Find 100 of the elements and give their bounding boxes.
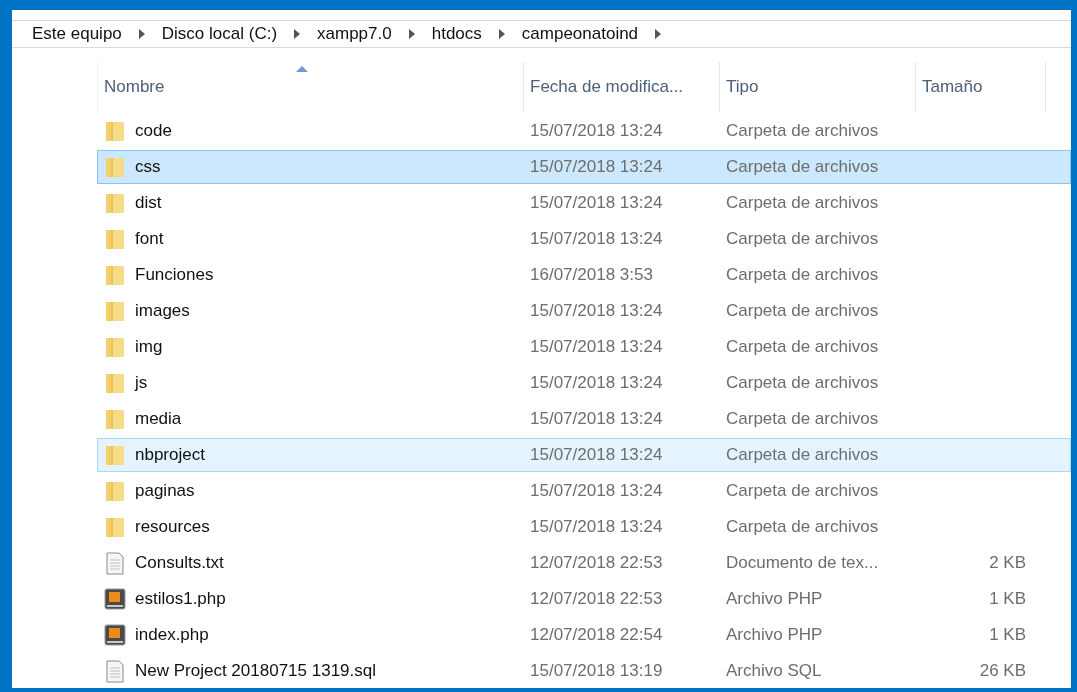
- file-row[interactable]: paginas 15/07/2018 13:24 Carpeta de archivos: [97, 474, 1071, 508]
- file-type: Carpeta de archivos: [725, 373, 880, 393]
- column-header[interactable]: Tipo: [720, 62, 916, 112]
- file-row[interactable]: img 15/07/2018 13:24 Carpeta de archivos: [97, 330, 1071, 364]
- file-type: Archivo SQL: [725, 661, 823, 681]
- file-name: New Project 20180715 1319.sql: [135, 661, 376, 681]
- file-row[interactable]: dist 15/07/2018 13:24 Carpeta de archivos: [97, 186, 1071, 220]
- file-name: dist: [135, 193, 162, 213]
- modified-date: 16/07/2018 3:53: [529, 265, 654, 285]
- column-header[interactable]: Nombre: [98, 62, 524, 112]
- file-type: Carpeta de archivos: [725, 409, 880, 429]
- file-name: index.php: [135, 625, 209, 645]
- file-type: Carpeta de archivos: [725, 193, 880, 213]
- chevron-icon[interactable]: [137, 29, 146, 39]
- sort-arrow-icon: [296, 66, 308, 72]
- file-type: Carpeta de archivos: [725, 265, 880, 285]
- code-file-icon: [104, 623, 126, 647]
- breadcrumb-item[interactable]: Disco local (C:): [155, 24, 284, 44]
- file-name: css: [135, 157, 161, 177]
- file-row[interactable]: code 15/07/2018 13:24 Carpeta de archivos: [97, 114, 1071, 148]
- folder-icon: [104, 299, 126, 323]
- file-row[interactable]: Funciones 16/07/2018 3:53 Carpeta de archivos: [97, 258, 1071, 292]
- breadcrumb-item[interactable]: Este equipo: [26, 24, 128, 44]
- modified-date: 15/07/2018 13:24: [529, 445, 664, 465]
- breadcrumb-item[interactable]: campeonatoind: [515, 24, 645, 44]
- chevron-icon[interactable]: [293, 29, 302, 39]
- file-row[interactable]: css 15/07/2018 13:24 Carpeta de archivos: [97, 150, 1071, 184]
- modified-date: 12/07/2018 22:53: [529, 589, 664, 609]
- folder-icon: [104, 515, 126, 539]
- folder-icon: [104, 155, 126, 179]
- file-row[interactable]: js 15/07/2018 13:24 Carpeta de archivos: [97, 366, 1071, 400]
- modified-date: 15/07/2018 13:24: [529, 481, 664, 501]
- modified-date: 15/07/2018 13:24: [529, 193, 664, 213]
- modified-date: 12/07/2018 22:53: [529, 553, 664, 573]
- file-row[interactable]: resources 15/07/2018 13:24 Carpeta de archivos: [97, 510, 1071, 544]
- file-name: js: [135, 373, 148, 393]
- document-icon: [104, 659, 126, 683]
- file-row[interactable]: media 15/07/2018 13:24 Carpeta de archivos: [97, 402, 1071, 436]
- file-name: nbproject: [135, 445, 205, 465]
- folder-icon: [104, 407, 126, 431]
- modified-date: 15/07/2018 13:19: [529, 661, 664, 681]
- file-row[interactable]: index.php 12/07/2018 22:54 Archivo PHP 1 KB: [97, 618, 1071, 652]
- file-row[interactable]: New Project 20180715 1319.sql 15/07/2018 13:19 Archivo SQL 26 KB: [97, 654, 1071, 688]
- file-name: images: [135, 301, 190, 321]
- modified-date: 15/07/2018 13:24: [529, 517, 664, 537]
- folder-icon: [104, 371, 126, 395]
- folder-icon: [104, 479, 126, 503]
- column-header[interactable]: Fecha de modifica...: [524, 62, 720, 112]
- file-name: resources: [135, 517, 210, 537]
- folder-icon: [104, 191, 126, 215]
- address-bar[interactable]: Este equipo Disco local (C:) xampp7.0 htdocs campeonatoind: [12, 20, 1071, 48]
- modified-date: 15/07/2018 13:24: [529, 337, 664, 357]
- folder-icon: [104, 119, 126, 143]
- file-row[interactable]: nbproject 15/07/2018 13:24 Carpeta de archivos: [97, 438, 1071, 472]
- modified-date: 15/07/2018 13:24: [529, 301, 664, 321]
- chevron-icon[interactable]: [407, 29, 416, 39]
- modified-date: 15/07/2018 13:24: [529, 409, 664, 429]
- chevron-icon[interactable]: [497, 29, 506, 39]
- file-type: Archivo PHP: [725, 589, 824, 609]
- file-name: img: [135, 337, 163, 357]
- modified-date: 12/07/2018 22:54: [529, 625, 664, 645]
- file-row[interactable]: font 15/07/2018 13:24 Carpeta de archivos: [97, 222, 1071, 256]
- file-name: code: [135, 121, 172, 141]
- chevron-icon[interactable]: [654, 29, 663, 39]
- file-type: Carpeta de archivos: [725, 121, 880, 141]
- folder-icon: [104, 335, 126, 359]
- breadcrumb-item[interactable]: htdocs: [425, 24, 488, 44]
- file-name: paginas: [135, 481, 195, 501]
- modified-date: 15/07/2018 13:24: [529, 373, 664, 393]
- file-name: media: [135, 409, 182, 429]
- modified-date: 15/07/2018 13:24: [529, 229, 664, 249]
- file-type: Carpeta de archivos: [725, 157, 880, 177]
- file-row[interactable]: images 15/07/2018 13:24 Carpeta de archivos: [97, 294, 1071, 328]
- modified-date: 15/07/2018 13:24: [529, 121, 664, 141]
- folder-icon: [104, 263, 126, 287]
- document-icon: [104, 551, 126, 575]
- folder-icon: [104, 227, 126, 251]
- file-type: Carpeta de archivos: [725, 229, 880, 249]
- folder-icon: [104, 443, 126, 467]
- file-type: Carpeta de archivos: [725, 481, 880, 501]
- file-size: 1 KB: [988, 589, 1026, 609]
- file-size: 1 KB: [988, 625, 1026, 645]
- file-row[interactable]: Consults.txt 12/07/2018 22:53 Documento de tex... 2 KB: [97, 546, 1071, 580]
- column-header[interactable]: Tamaño: [916, 62, 1046, 112]
- modified-date: 15/07/2018 13:24: [529, 157, 664, 177]
- file-type: Documento de tex...: [725, 553, 880, 573]
- file-type: Carpeta de archivos: [725, 517, 880, 537]
- file-row[interactable]: estilos1.php 12/07/2018 22:53 Archivo PHP 1 KB: [97, 582, 1071, 616]
- file-size: 26 KB: [978, 661, 1026, 681]
- breadcrumb-item[interactable]: xampp7.0: [311, 24, 398, 44]
- file-name: Consults.txt: [135, 553, 224, 573]
- file-size: 2 KB: [988, 553, 1026, 573]
- code-file-icon: [104, 587, 126, 611]
- file-type: Carpeta de archivos: [725, 337, 880, 357]
- file-type: Carpeta de archivos: [725, 445, 880, 465]
- file-name: font: [135, 229, 164, 249]
- file-name: estilos1.php: [135, 589, 226, 609]
- file-name: Funciones: [135, 265, 214, 285]
- file-type: Archivo PHP: [725, 625, 824, 645]
- file-type: Carpeta de archivos: [725, 301, 880, 321]
